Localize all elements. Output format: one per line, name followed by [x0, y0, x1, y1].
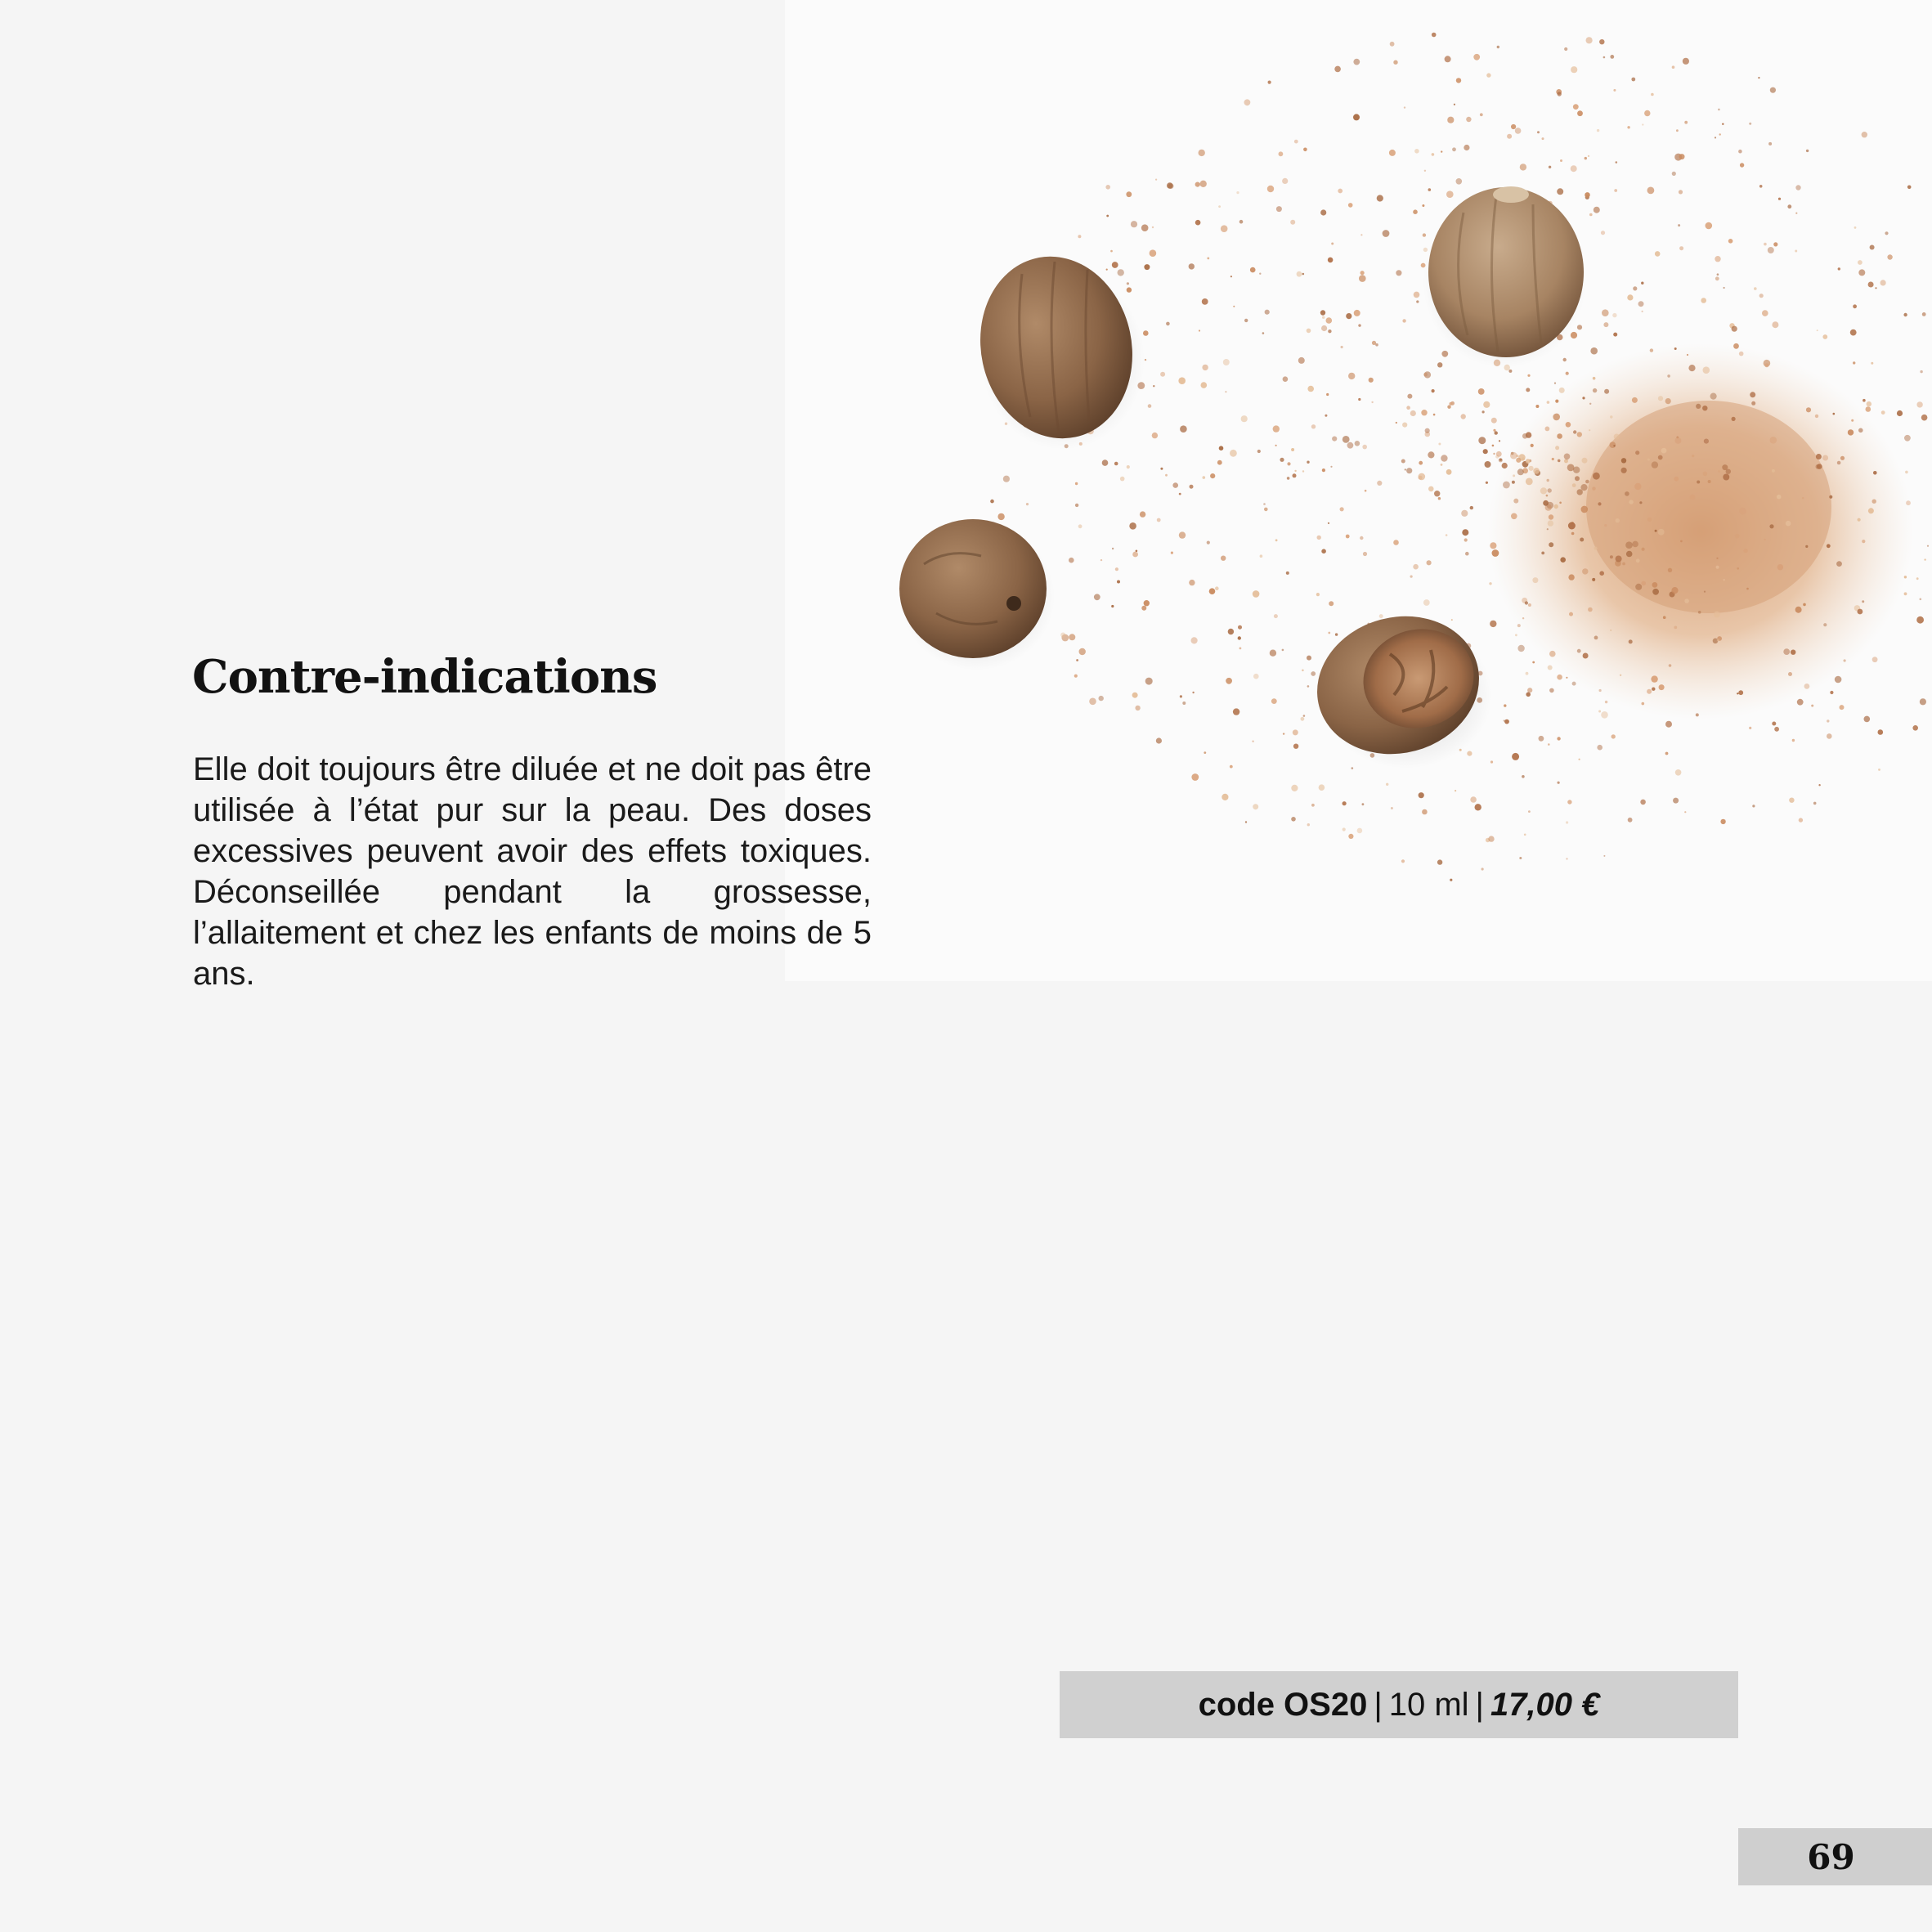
section-title: Contre-indications [192, 650, 657, 704]
product-volume: 10 ml [1388, 1686, 1469, 1723]
product-price: 17,00 € [1490, 1686, 1600, 1723]
page-number-box: 69 [1738, 1828, 1932, 1885]
page-number: 69 [1807, 1836, 1855, 1877]
product-code: code OS20 [1198, 1686, 1368, 1723]
nutmeg-photo [785, 0, 1932, 981]
separator: | [1374, 1686, 1383, 1723]
separator: | [1475, 1686, 1484, 1723]
contraindications-text: Elle doit toujours être diluée et ne doi… [193, 751, 872, 992]
product-info-bar: code OS20 | 10 ml | 17,00 € [1060, 1671, 1738, 1738]
